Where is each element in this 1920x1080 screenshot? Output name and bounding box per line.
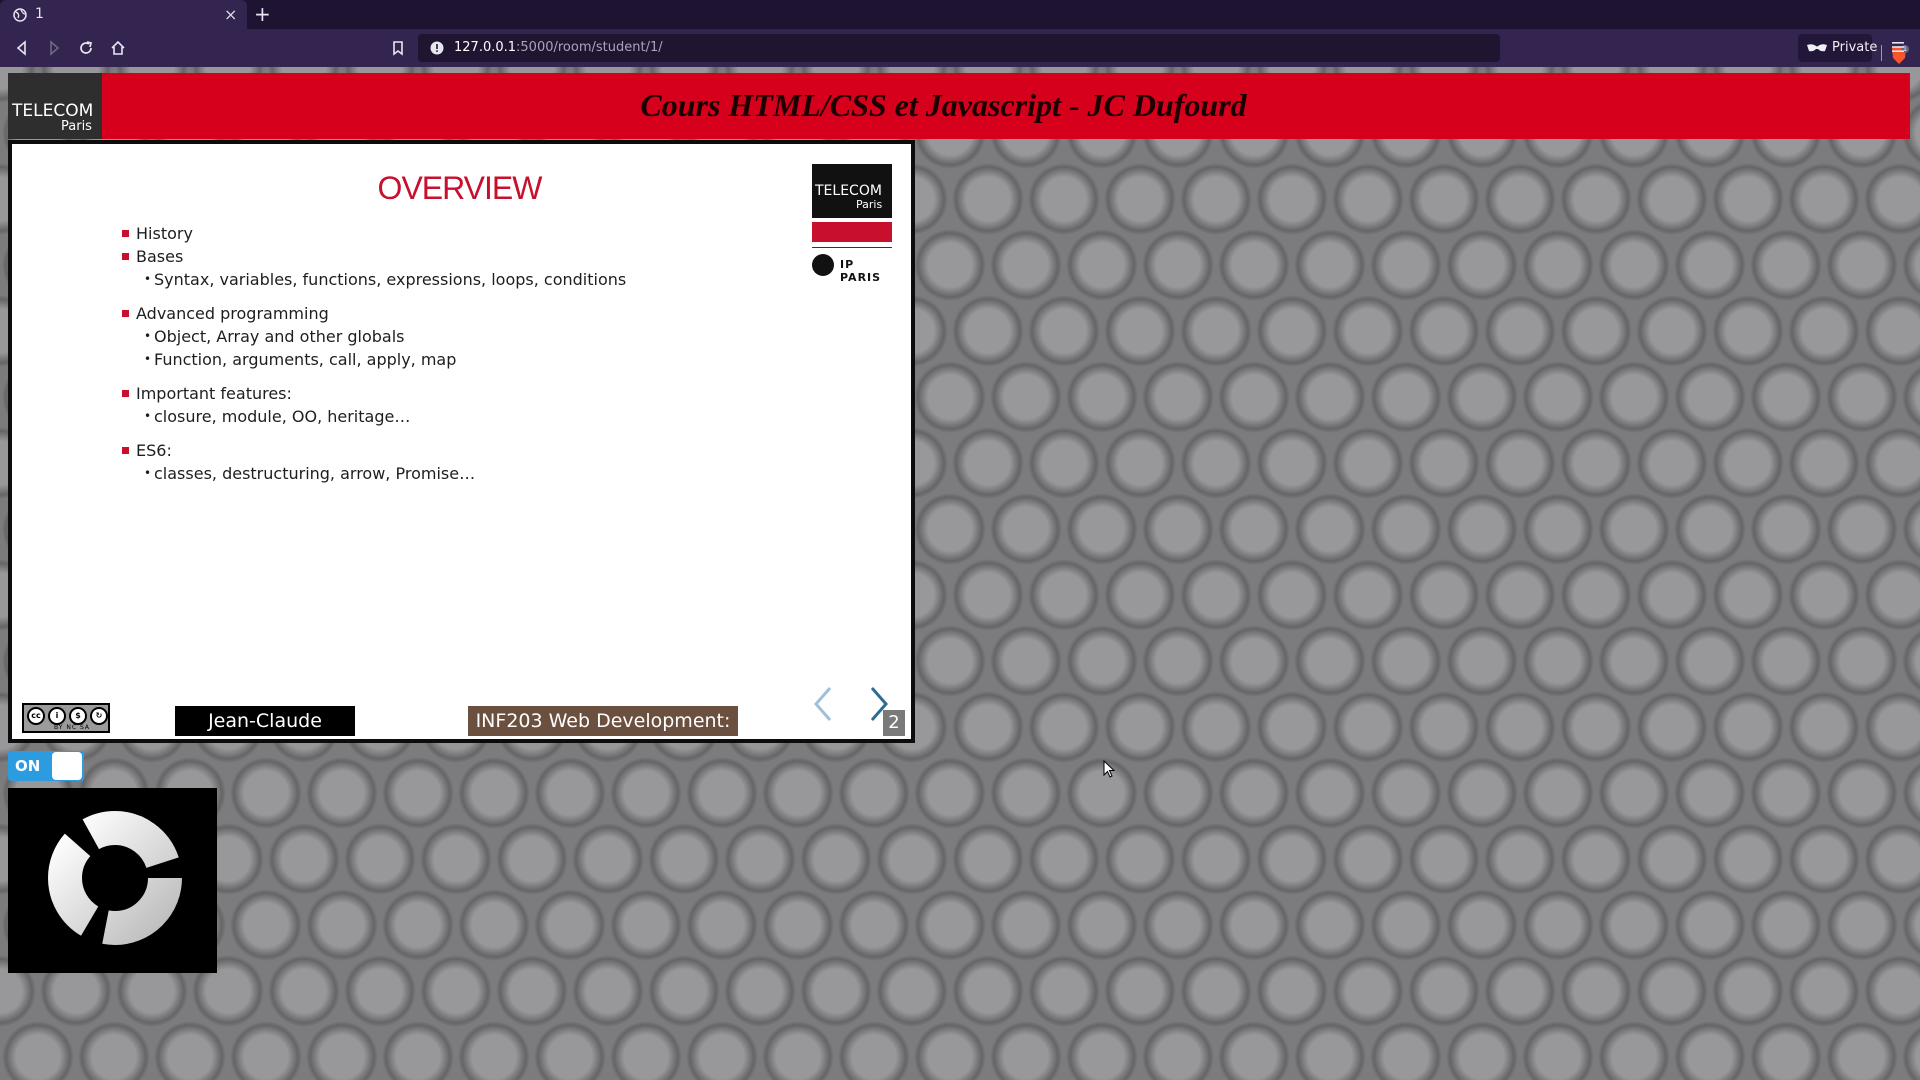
cc-license-text: BY NC SA: [54, 724, 90, 731]
url-text[interactable]: 127.0.0.1:5000/room/student/1/: [454, 40, 663, 55]
course-banner: Cours HTML/CSS et Javascript - JC Dufour…: [102, 73, 1910, 139]
forward-icon[interactable]: [46, 40, 62, 56]
bullet-dot: •: [144, 409, 152, 423]
video-feed: [8, 788, 217, 973]
ip-paris-logo: IP PARIS: [812, 253, 894, 284]
list-item: ES6:: [122, 439, 626, 462]
ip-paris-emblem-icon: [812, 254, 834, 276]
sub-item-label: Function, arguments, call, apply, map: [154, 350, 457, 369]
list-item-label: History: [136, 224, 193, 243]
previous-slide-icon[interactable]: [808, 684, 838, 724]
slide-telecom-logo: TELECOM Paris IP PARIS: [812, 164, 894, 284]
bullet-square: [122, 253, 129, 260]
loading-spinner-icon: [48, 811, 182, 945]
cc-nc-icon: $: [69, 707, 87, 725]
home-icon[interactable]: [110, 40, 126, 56]
logo-pattern-band: [812, 222, 892, 242]
slide-bullet-list: History Bases • Syntax, variables, functi…: [122, 222, 626, 485]
list-item: History: [122, 222, 626, 245]
cc-by-icon: i: [48, 707, 66, 725]
new-tab-button[interactable]: +: [254, 2, 271, 26]
browser-toolbar: 127.0.0.1:5000/room/student/1/ 1 Private: [0, 29, 1920, 67]
sub-list-item: • closure, module, OO, heritage…: [122, 405, 626, 428]
page-content: Cours HTML/CSS et Javascript - JC Dufour…: [0, 67, 1920, 1080]
bullet-square: [122, 390, 129, 397]
sub-item-label: Object, Array and other globals: [154, 327, 405, 346]
sub-list-item: • Function, arguments, call, apply, map: [122, 348, 626, 371]
hamburger-menu-icon[interactable]: [1890, 39, 1906, 55]
back-icon[interactable]: [14, 40, 30, 56]
bullet-square: [122, 230, 129, 237]
sub-item-label: closure, module, OO, heritage…: [154, 407, 411, 426]
cc-icon: cc: [27, 707, 45, 725]
bookmark-icon[interactable]: [390, 40, 406, 56]
list-item-label: Advanced programming: [136, 304, 329, 323]
telecom-paris-logo: TELECOM Paris: [8, 73, 102, 139]
private-mask-icon: [1807, 44, 1827, 52]
ip-paris-label: IP PARIS: [840, 258, 882, 284]
sub-list-item: • Syntax, variables, functions, expressio…: [122, 268, 626, 291]
slide-logo-line-1: TELECOM: [815, 183, 882, 199]
telecom-logo-block: TELECOM Paris: [812, 164, 892, 218]
slide-number: 2: [883, 710, 905, 736]
toggle-label: ON: [15, 757, 41, 775]
mouse-cursor-icon: [1103, 760, 1116, 778]
list-item: Bases: [122, 245, 626, 268]
close-tab-icon[interactable]: ×: [224, 5, 237, 24]
bullet-square: [122, 447, 129, 454]
cc-sa-icon: ↻: [90, 707, 108, 725]
bullet-dot: •: [144, 466, 152, 480]
list-item-label: Bases: [136, 247, 184, 266]
bullet-dot: •: [144, 352, 152, 366]
list-item-label: Important features:: [136, 384, 292, 403]
toggle-knob[interactable]: [52, 752, 82, 780]
url-separator: [1881, 45, 1882, 61]
slide-logo-line-2: Paris: [856, 198, 883, 211]
tab-title: 1: [35, 6, 44, 22]
url-path: :5000/room/student/1/: [516, 40, 663, 55]
list-item: Advanced programming: [122, 302, 626, 325]
sub-item-label: Syntax, variables, functions, expression…: [154, 270, 627, 289]
logo-line-1: TELECOM: [12, 101, 94, 121]
slide-title: OVERVIEW: [377, 170, 543, 206]
bullet-square: [122, 310, 129, 317]
browser-tab[interactable]: 1 ×: [0, 0, 247, 29]
creative-commons-badge: cc i $ ↻ BY NC SA: [22, 703, 110, 733]
private-label: Private: [1832, 40, 1878, 55]
bullet-dot: •: [144, 272, 152, 286]
sub-list-item: • Object, Array and other globals: [122, 325, 626, 348]
address-bar[interactable]: 127.0.0.1:5000/room/student/1/ 1: [418, 34, 1909, 64]
course-label: INF203 Web Development: js: [468, 706, 738, 736]
sub-list-item: • classes, destructuring, arrow, Promise…: [122, 462, 626, 485]
site-info-icon[interactable]: [430, 41, 444, 55]
private-window-badge: Private: [1798, 34, 1877, 62]
list-item: Important features:: [122, 382, 626, 405]
sub-item-label: classes, destructuring, arrow, Promise…: [154, 464, 476, 483]
sync-toggle[interactable]: ON: [8, 751, 84, 781]
logo-line-2: Paris: [61, 119, 92, 134]
author-label: Jean-Claude: [175, 706, 355, 736]
tab-strip: 1 × +: [0, 0, 1920, 29]
slide: OVERVIEW History Bases • Syntax, variable…: [12, 144, 911, 739]
page-title: Cours HTML/CSS et Javascript - JC Dufour…: [640, 87, 1247, 123]
slide-frame: OVERVIEW History Bases • Syntax, variable…: [8, 140, 915, 743]
url-host: 127.0.0.1: [454, 40, 517, 55]
logo-divider: [812, 247, 892, 248]
globe-icon: [13, 8, 27, 22]
bullet-dot: •: [144, 329, 152, 343]
reload-icon[interactable]: [78, 40, 94, 56]
list-item-label: ES6:: [136, 441, 172, 460]
